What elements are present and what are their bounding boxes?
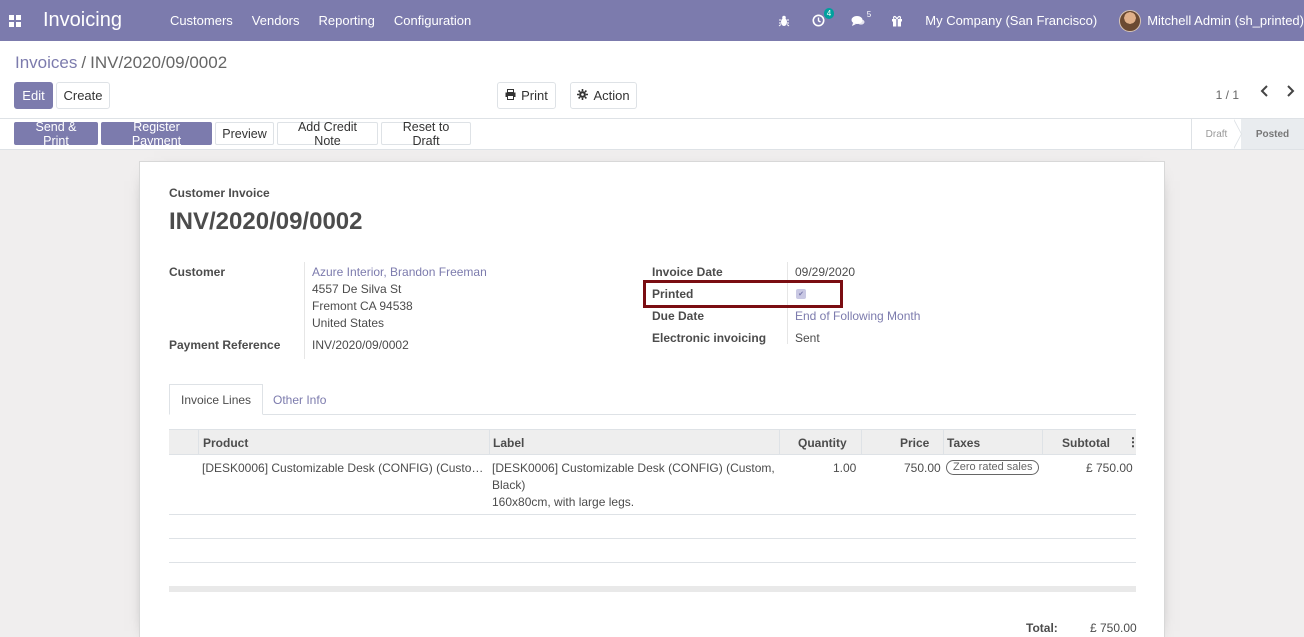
pager-previous-icon[interactable] (1260, 84, 1270, 102)
column-product[interactable]: Product (203, 436, 248, 450)
column-label[interactable]: Label (493, 436, 524, 450)
empty-row (169, 539, 1136, 563)
invoice-number: INV/2020/09/0002 (169, 208, 363, 235)
pager-next-icon[interactable] (1285, 84, 1295, 102)
column-separator (779, 430, 780, 455)
action-label: Action (593, 88, 630, 103)
messages-badge: 5 (866, 9, 872, 19)
total-label: Total: (1026, 621, 1058, 635)
menu-configuration[interactable]: Configuration (384, 13, 481, 28)
column-subtotal[interactable]: Subtotal (1062, 436, 1110, 450)
printer-icon (505, 88, 516, 103)
menu-reporting[interactable]: Reporting (309, 13, 385, 28)
status-bar: Send & Print Register Payment Preview Ad… (0, 119, 1304, 150)
activity-badge: 4 (823, 8, 835, 19)
add-credit-note-button[interactable]: Add Credit Note (277, 120, 378, 148)
column-quantity[interactable]: Quantity (798, 436, 847, 450)
row-subtotal[interactable]: £ 750.00 (1086, 460, 1133, 477)
stage-arrow-inner (1233, 119, 1241, 149)
row-label-line3[interactable]: 160x80cm, with large legs. (492, 494, 634, 511)
print-label: Print (521, 88, 548, 103)
breadcrumb-separator: / (81, 53, 87, 72)
breadcrumb: Invoices / INV/2020/09/0002 (15, 53, 227, 73)
invoice-date-value: 09/29/2020 (795, 265, 856, 279)
empty-row (169, 563, 1136, 587)
row-label-line2[interactable]: Black) (492, 477, 525, 494)
column-price[interactable]: Price (900, 436, 929, 450)
edit-button[interactable]: Edit (14, 82, 53, 109)
row-quantity[interactable]: 1.00 (833, 460, 856, 477)
column-taxes[interactable]: Taxes (947, 436, 980, 450)
empty-row (169, 515, 1136, 539)
messages-chat-icon[interactable]: 5 (851, 10, 871, 27)
document-type: Customer Invoice (169, 186, 270, 200)
send-print-button[interactable]: Send & Print (14, 120, 98, 148)
control-panel: Invoices / INV/2020/09/0002 Edit Create Pr… (0, 41, 1304, 119)
user-menu[interactable]: Mitchell Admin (sh_printed) (1119, 9, 1304, 32)
print-button[interactable]: Print (497, 82, 556, 109)
column-separator (943, 430, 944, 455)
company-switcher[interactable]: My Company (San Francisco) (925, 13, 1097, 28)
user-name: Mitchell Admin (sh_printed) (1147, 13, 1304, 28)
column-separator (489, 430, 490, 455)
debug-bug-icon[interactable] (778, 15, 790, 27)
apps-menu-icon[interactable] (0, 0, 30, 41)
register-payment-button[interactable]: Register Payment (101, 120, 212, 148)
row-label-line1[interactable]: [DESK0006] Customizable Desk (CONFIG) (C… (492, 460, 775, 477)
systray: 4 5 My Company (San Francisco) Mitchell … (770, 0, 1304, 41)
action-button[interactable]: Action (570, 82, 637, 109)
customer-link[interactable]: Azure Interior, Brandon Freeman (312, 265, 487, 279)
table-header: Product Label Quantity Price Taxes Subto… (169, 429, 1139, 455)
activity-clock-icon[interactable]: 4 (812, 8, 835, 27)
pager-value[interactable]: 1 / 1 (1216, 88, 1239, 102)
stage-posted[interactable]: Posted (1241, 119, 1304, 149)
tax-tag[interactable]: Zero rated sales (946, 460, 1040, 475)
invoice-sheet: Customer Invoice INV/2020/09/0002 Custom… (139, 161, 1165, 637)
menu-vendors[interactable]: Vendors (242, 13, 310, 28)
preview-button[interactable]: Preview (215, 122, 274, 145)
tab-other-info[interactable]: Other Info (262, 384, 337, 415)
payment-reference-value: INV/2020/09/0002 (312, 338, 409, 352)
main-menu: Customers Vendors Reporting Configuratio… (160, 13, 480, 28)
printed-highlight-box (643, 280, 843, 308)
total-value: £ 750.00 (1090, 621, 1137, 635)
table-footer (169, 586, 1136, 592)
customer-address-line2: Fremont CA 94538 (312, 299, 413, 313)
gift-icon[interactable] (891, 15, 903, 27)
avatar (1119, 9, 1142, 32)
field-separator (304, 262, 305, 359)
invoice-date-label: Invoice Date (652, 265, 723, 279)
row-price[interactable]: 750.00 (904, 460, 941, 477)
column-separator (861, 430, 862, 455)
column-separator (198, 430, 199, 455)
app-title[interactable]: Invoicing (43, 9, 122, 32)
electronic-invoicing-value: Sent (795, 331, 820, 345)
breadcrumb-current: INV/2020/09/0002 (90, 53, 228, 72)
column-separator (1042, 430, 1043, 455)
gear-icon (577, 88, 589, 103)
customer-address-line3: United States (312, 316, 385, 330)
row-product[interactable]: [DESK0006] Customizable Desk (CONFIG) (C… (202, 460, 487, 477)
menu-customers[interactable]: Customers (160, 13, 243, 28)
create-button[interactable]: Create (56, 82, 110, 109)
due-date-value[interactable]: End of Following Month (795, 309, 920, 323)
payment-reference-label: Payment Reference (169, 338, 281, 352)
tab-invoice-lines[interactable]: Invoice Lines (169, 384, 264, 415)
notebook-tabs: Invoice Lines Other Info (169, 384, 1136, 415)
top-navbar: Invoicing Customers Vendors Reporting Co… (0, 0, 1304, 41)
reset-to-draft-button[interactable]: Reset to Draft (381, 120, 471, 148)
column-options-icon[interactable]: ⋮ (1127, 435, 1139, 449)
customer-label: Customer (169, 265, 226, 279)
customer-address-line1: 4557 De Silva St (312, 282, 402, 296)
breadcrumb-invoices[interactable]: Invoices (15, 53, 77, 72)
due-date-label: Due Date (652, 309, 705, 323)
electronic-invoicing-label: Electronic invoicing (652, 331, 767, 345)
